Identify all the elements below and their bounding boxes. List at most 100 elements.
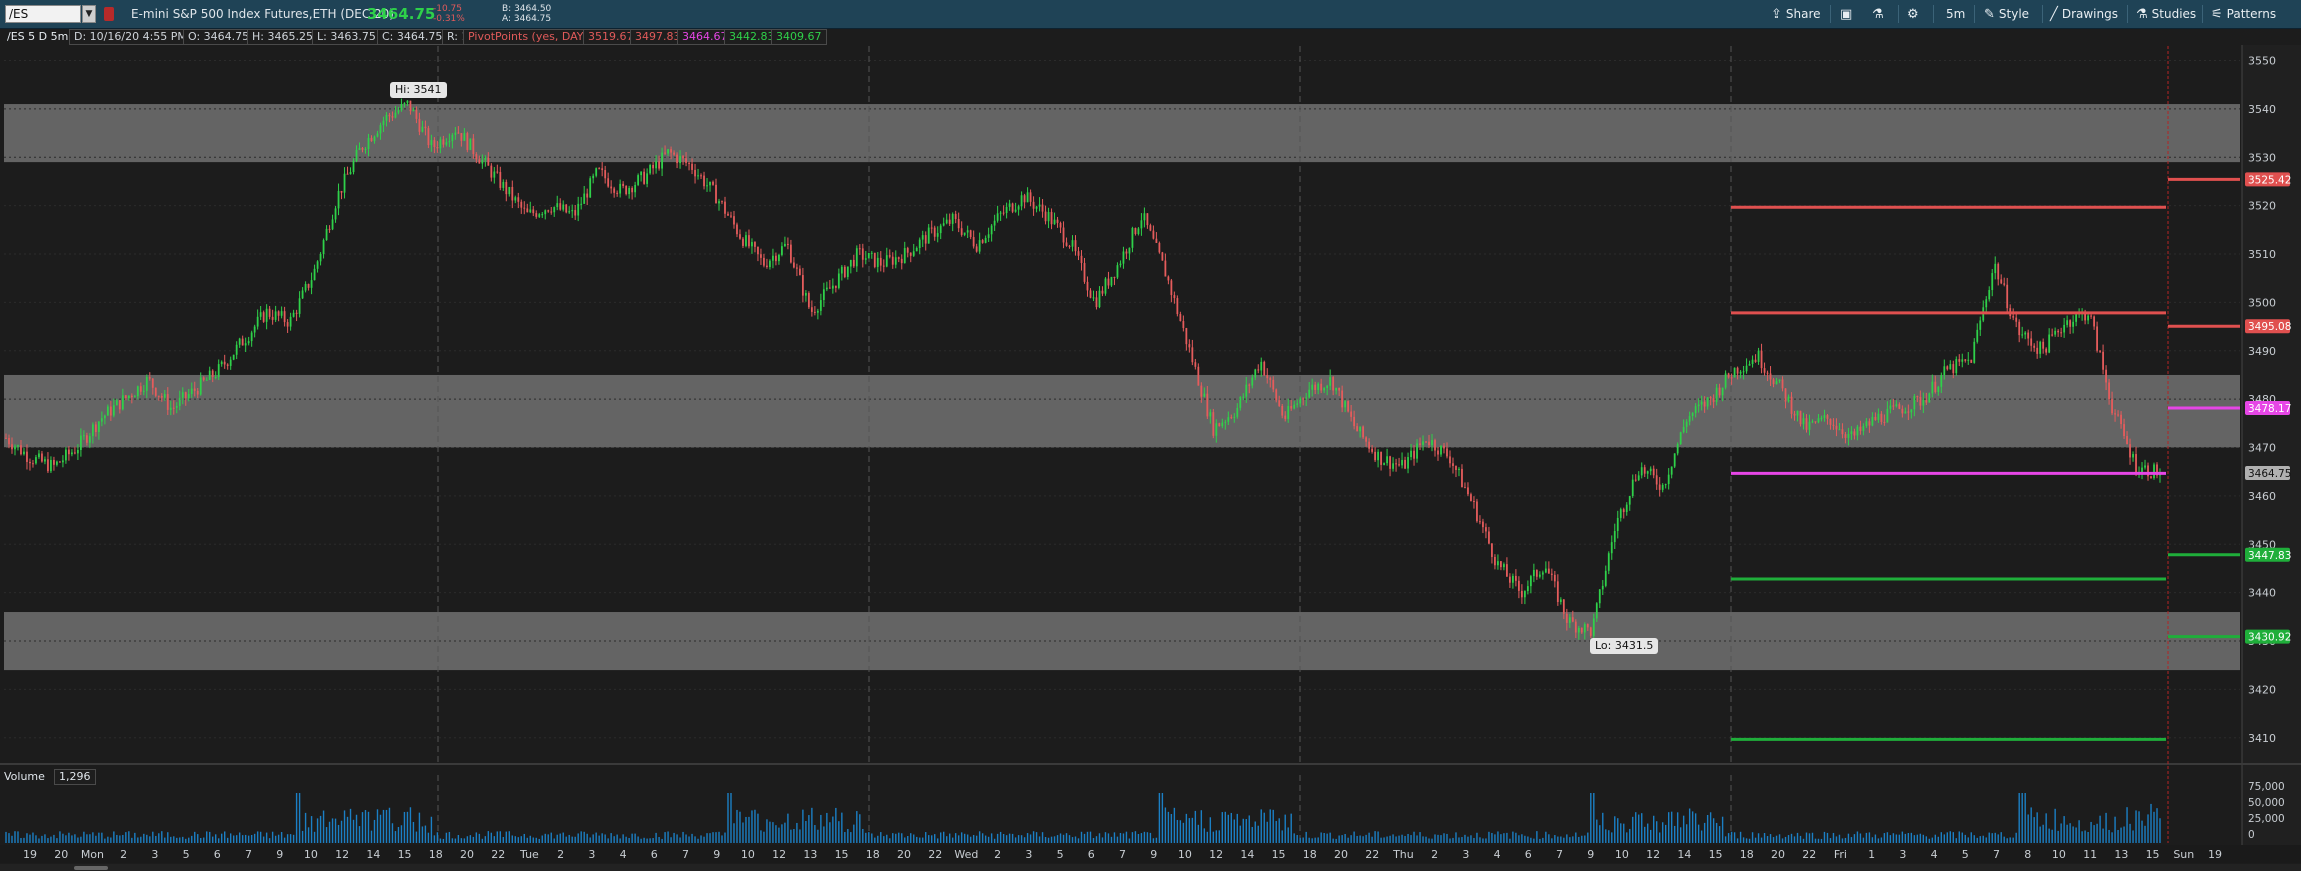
candle-body [1718,387,1721,396]
candle-body [1278,400,1281,406]
candle-body [1739,371,1742,374]
price-tick-label: 3540 [2248,103,2276,116]
time-axis-label: 2 [994,848,1001,861]
bar-high: H: 3465.25 [247,29,318,45]
candle-body [1673,453,1676,467]
candle-body [903,248,906,264]
candle-body [1583,624,1586,633]
scrollbar-thumb[interactable] [74,866,108,870]
bar-open: O: 3464.75 [183,29,255,45]
volume-tick-label: 25,000 [2248,813,2285,825]
candle-body [1805,418,1808,430]
price-marker-label: 3495.08 [2248,321,2291,333]
candle-body [2144,465,2146,468]
candle-body [44,459,46,462]
candle-body [157,395,160,397]
candle-body [897,257,900,259]
candle-body [1577,627,1580,633]
candle-body [2066,320,2069,325]
candle-body [861,248,864,260]
candle-body [91,424,94,437]
candle-body [1308,389,1311,398]
candle-body [1023,195,1026,203]
candle-body [1931,381,1934,394]
candle-body [253,326,256,333]
candle-body [822,289,825,301]
candle-body [715,184,717,204]
candle-body [754,242,756,247]
candle-body [1287,405,1290,419]
candle-body [1535,569,1538,577]
candle-body [2048,334,2051,353]
candle-body [2129,444,2131,458]
candle-body [1215,423,1218,436]
candle-body [1053,219,1056,225]
candle-body [1883,421,1886,423]
candle-body [595,168,598,176]
candle-body [924,235,927,244]
candle-body [499,171,502,188]
candle-body [1284,415,1287,419]
candle-body [697,175,699,177]
candle-body [1541,572,1544,575]
time-axis-label: 3 [1899,848,1906,861]
candle-body [205,379,208,381]
candle-body [2093,316,2095,327]
scrollbar-track[interactable] [0,864,2301,871]
candle-body [1269,378,1272,380]
candle-body [1326,385,1329,389]
candle-body [1574,621,1577,633]
candle-body [1634,479,1637,481]
candle-body [1230,417,1233,419]
price-chart[interactable]: 3550354035303520351035003490348034703460… [0,0,2301,871]
candle-body [1643,467,1646,474]
candle-body [400,103,403,111]
candle-body [2045,348,2048,353]
price-tick-label: 3530 [2248,151,2276,164]
candle-body [790,244,792,263]
candle-body [463,133,466,141]
candle-body [298,298,301,314]
candle-body [1697,404,1700,407]
candle-body [1368,441,1371,449]
candle-body [1763,368,1766,373]
candle-body [277,311,280,316]
candle-body [2108,382,2110,400]
candle-body [661,152,663,169]
time-axis-label: 22 [1365,848,1379,861]
candle-body [2132,454,2134,458]
candle-body [1562,599,1565,614]
candle-body [1335,387,1338,391]
candle-body [1967,359,1970,361]
candle-body [232,354,235,360]
candle-body [1592,618,1595,636]
candle-body [1571,617,1574,622]
candle-body [1413,450,1415,459]
candle-body [1191,347,1194,363]
candle-body [1856,426,1859,436]
time-axis-label: 5 [1057,848,1064,861]
study-name[interactable]: PivotPoints (yes, DAY) [463,29,593,45]
time-axis-label: 10 [2052,848,2066,861]
candle-body [397,110,400,113]
candle-body [2135,454,2137,474]
candle-body [2042,341,2045,349]
candle-body [915,247,918,252]
candle-body [825,287,828,290]
bar-low: L: 3463.75 [312,29,381,45]
candle-body [1664,484,1667,486]
candle-body [1580,627,1583,633]
time-axis-label: 2 [1431,848,1438,861]
candle-body [532,209,535,214]
candle-body [1616,517,1619,532]
candle-body [1320,383,1323,391]
candle-body [592,175,595,179]
candle-body [71,452,73,455]
time-axis-label: Fri [1834,848,1847,861]
candle-body [1895,404,1898,407]
price-tick-label: 3550 [2248,55,2276,68]
candle-body [1455,465,1457,470]
candle-body [142,390,145,392]
candle-body [966,230,969,233]
time-axis-label: 12 [1209,848,1223,861]
